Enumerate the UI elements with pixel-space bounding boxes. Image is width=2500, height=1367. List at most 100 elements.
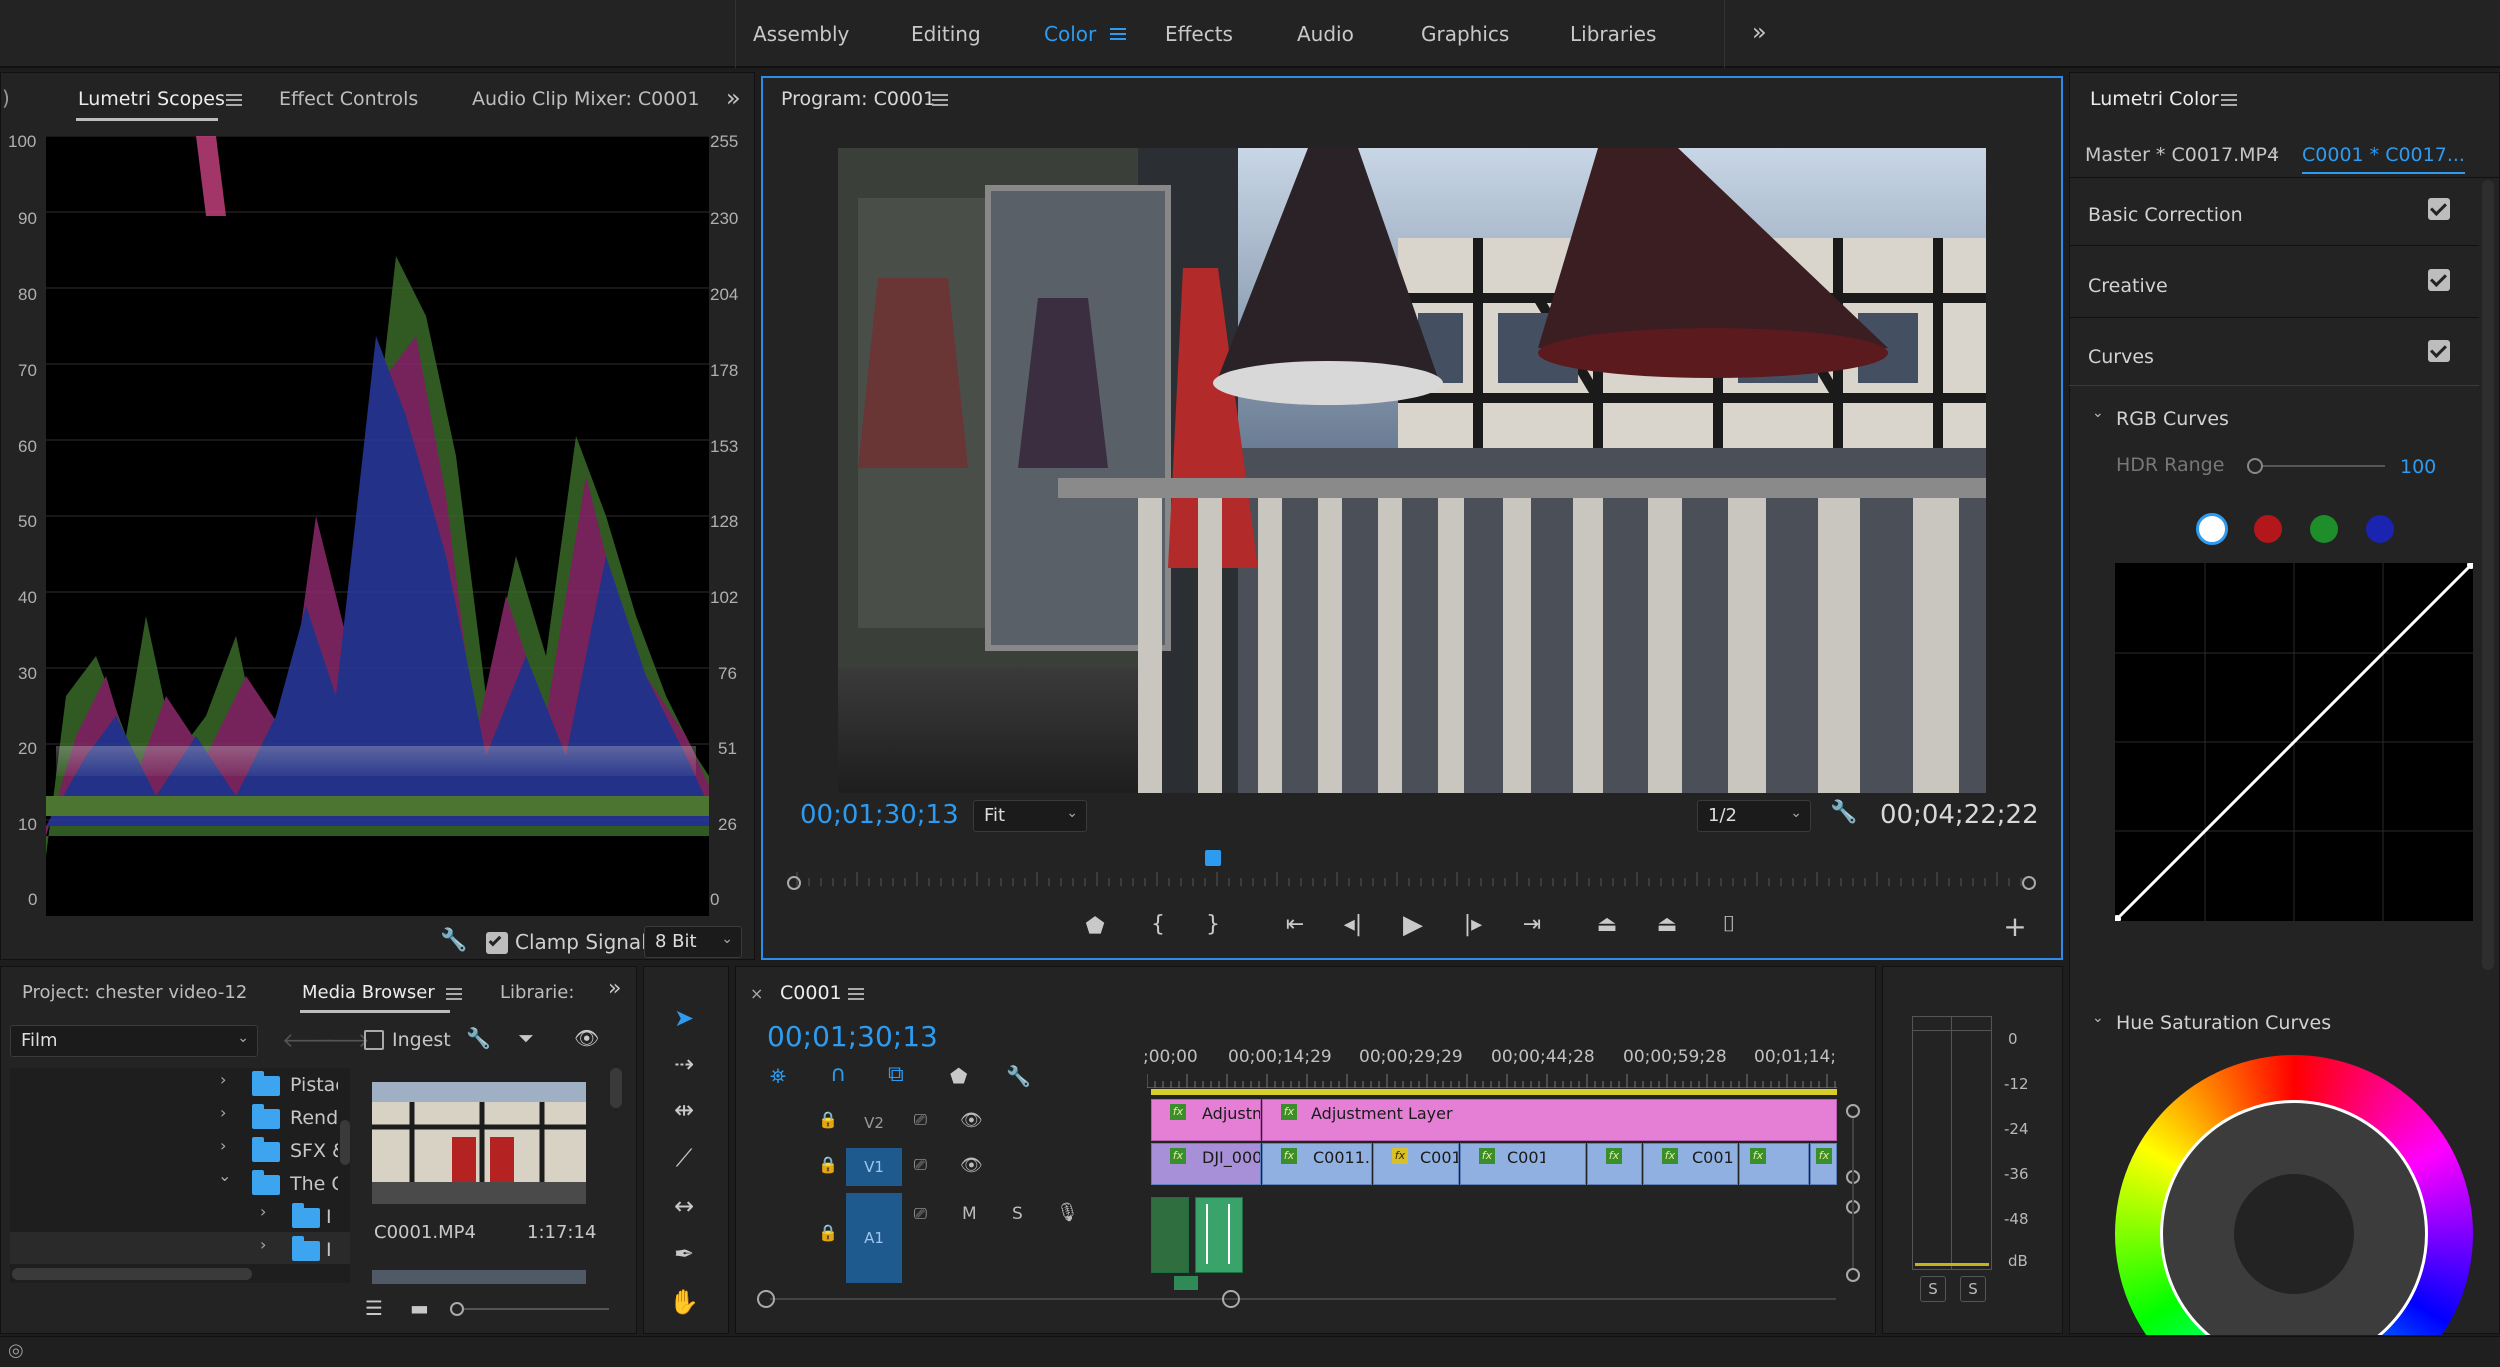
program-monitor-title[interactable]: Program: C0001	[781, 88, 935, 110]
workspace-tab-audio[interactable]: Audio	[1297, 22, 1354, 46]
vertical-zoom-track[interactable]	[1852, 1118, 1854, 1268]
lumetri-scrollbar[interactable]	[2482, 180, 2494, 970]
view-eye-icon[interactable]: 👁	[574, 1026, 599, 1050]
workspace-tab-libraries[interactable]: Libraries	[1570, 22, 1656, 46]
lock-icon[interactable]: 🔒	[818, 1155, 838, 1174]
folder-name[interactable]: I	[326, 1206, 340, 1228]
settings-wrench-icon[interactable]: 🔧	[1830, 800, 1857, 825]
timeline-ruler[interactable]	[1147, 1074, 1837, 1088]
solo-left-button[interactable]: S	[1920, 1276, 1946, 1302]
solo-right-button[interactable]: S	[1960, 1276, 1986, 1302]
thumbnail-scrollbar[interactable]	[610, 1068, 622, 1108]
lumetri-scopes-menu-icon[interactable]	[226, 94, 242, 106]
mute-track-button[interactable]: M	[962, 1204, 977, 1224]
wrench-icon[interactable]: 🔧	[440, 928, 467, 953]
track-height-handle[interactable]	[1846, 1104, 1860, 1118]
timeline-clip[interactable]: fx C001	[1643, 1143, 1738, 1185]
curves-label[interactable]: Curves	[2088, 346, 2154, 368]
timeline-zoom-handle-left[interactable]	[757, 1290, 775, 1308]
chevron-right-icon[interactable]: ›	[260, 1202, 266, 1221]
sequence-menu-icon[interactable]	[848, 988, 864, 1000]
toggle-sync-lock-icon[interactable]: ⎚	[914, 1204, 927, 1224]
lock-icon[interactable]: 🔒	[818, 1223, 838, 1242]
workspace-menu-icon[interactable]	[1110, 28, 1126, 40]
tab-media-browser[interactable]: Media Browser	[302, 982, 435, 1003]
lock-icon[interactable]: 🔒	[818, 1110, 838, 1129]
folder-name[interactable]: Pistac	[290, 1074, 338, 1096]
tab-lumetri-scopes[interactable]: Lumetri Scopes	[78, 88, 225, 110]
timeline-zoom-handle-right[interactable]	[1222, 1290, 1240, 1308]
tab-audio-clip-mixer[interactable]: Audio Clip Mixer: C0001	[472, 88, 700, 110]
lift-icon[interactable]: ⏏	[1589, 912, 1625, 937]
tree-vertical-scrollbar[interactable]	[340, 1120, 350, 1165]
selection-tool-icon[interactable]: ➤	[666, 1000, 702, 1036]
luma-channel-button[interactable]	[2196, 513, 2228, 545]
timeline-clip[interactable]: fx Adjustment Layer	[1262, 1099, 1837, 1141]
tab-effect-controls[interactable]: Effect Controls	[279, 88, 418, 110]
export-frame-camera-icon[interactable]: ⌷	[1711, 912, 1747, 937]
program-video-frame[interactable]	[838, 148, 1986, 793]
play-icon[interactable]: ▶	[1395, 910, 1431, 940]
chevron-right-icon[interactable]: ›	[220, 1136, 226, 1155]
nest-sequence-icon[interactable]: ⛯	[770, 1064, 786, 1088]
timeline-zoom-track[interactable]	[770, 1298, 1836, 1300]
media-thumbnail-partial[interactable]	[372, 1270, 586, 1284]
program-current-timecode[interactable]: 00;01;30;13	[800, 800, 959, 830]
toggle-sync-lock-icon[interactable]: ⎚	[914, 1155, 927, 1175]
audio-clip[interactable]	[1195, 1197, 1243, 1273]
folder-name[interactable]: Rend	[290, 1107, 338, 1129]
lumetri-color-title[interactable]: Lumetri Color	[2090, 88, 2219, 110]
hue-saturation-curves-label[interactable]: Hue Saturation Curves	[2116, 1012, 2331, 1034]
forward-arrow-icon[interactable]: 🡒	[316, 1028, 370, 1052]
basic-correction-checkbox[interactable]	[2428, 198, 2450, 220]
more-workspaces-icon[interactable]: »	[1752, 18, 1767, 46]
media-thumbnail[interactable]	[372, 1082, 586, 1204]
rgb-curve-editor[interactable]	[2115, 563, 2473, 921]
toggle-sync-lock-icon[interactable]: ⎚	[914, 1110, 927, 1130]
basic-correction-label[interactable]: Basic Correction	[2088, 204, 2243, 226]
workspace-tab-effects[interactable]: Effects	[1165, 22, 1233, 46]
go-to-out-icon[interactable]: ⇥	[1514, 912, 1550, 937]
timeline-clip[interactable]: fx Adjustm	[1151, 1099, 1261, 1141]
rgb-curves-label[interactable]: RGB Curves	[2116, 408, 2229, 430]
hdr-range-slider-handle[interactable]	[2247, 458, 2263, 474]
folder-name[interactable]: I	[326, 1239, 340, 1261]
razor-tool-icon[interactable]: ⟋	[666, 1140, 702, 1176]
timeline-clip[interactable]: fx C001	[1373, 1143, 1459, 1185]
program-scrubber[interactable]	[793, 872, 2029, 888]
solo-track-button[interactable]: S	[1012, 1204, 1023, 1224]
timeline-settings-wrench-icon[interactable]: 🔧	[1006, 1064, 1031, 1088]
zoom-level-select[interactable]: Fit ⌄	[973, 800, 1087, 832]
curves-checkbox[interactable]	[2428, 340, 2450, 362]
master-clip-selector[interactable]: Master * C0017.MP4	[2085, 144, 2279, 166]
ripple-edit-tool-icon[interactable]: ⇹	[666, 1092, 702, 1128]
green-channel-button[interactable]	[2310, 515, 2338, 543]
scrubber-out-handle[interactable]	[2022, 876, 2036, 890]
chevron-right-icon[interactable]: ›	[260, 1235, 266, 1254]
panel-scroll-left-icon[interactable]: )	[2, 86, 10, 110]
timeline-clip[interactable]: fx C0011.M	[1262, 1143, 1372, 1185]
list-view-icon[interactable]: ☰	[365, 1296, 383, 1320]
folder-name[interactable]: The C	[290, 1173, 338, 1195]
timeline-clip[interactable]: fx DJI_0002	[1151, 1143, 1261, 1185]
timeline-clip[interactable]: fx	[1587, 1143, 1642, 1185]
icon-view-icon[interactable]: ▬	[410, 1296, 429, 1320]
sequence-clip-selector[interactable]: C0001 * C0017...	[2302, 144, 2465, 174]
hdr-range-slider-track[interactable]	[2255, 465, 2385, 467]
step-back-icon[interactable]: ◂|	[1335, 912, 1371, 937]
chevron-down-icon[interactable]: ⌄	[218, 1166, 231, 1185]
chevron-down-icon[interactable]: ⌄	[2268, 140, 2281, 159]
bit-depth-select[interactable]: 8 Bit ⌄	[644, 926, 742, 958]
program-monitor-menu-icon[interactable]	[932, 94, 948, 106]
chevron-right-icon[interactable]: ›	[220, 1103, 226, 1122]
track-label-a1[interactable]: A1	[846, 1193, 902, 1283]
toggle-output-eye-icon[interactable]: 👁	[960, 1110, 983, 1131]
pen-tool-icon[interactable]: ✒	[666, 1236, 702, 1272]
ingest-checkbox[interactable]	[364, 1030, 384, 1050]
chevron-right-icon[interactable]: ›	[220, 1070, 226, 1089]
track-select-tool-icon[interactable]: ⇢	[666, 1046, 702, 1082]
chevron-down-icon[interactable]: ⌄	[2092, 405, 2104, 421]
chevron-down-icon[interactable]: ⌄	[2092, 1010, 2104, 1026]
timeline-clip[interactable]: fx	[1739, 1143, 1809, 1185]
media-browser-menu-icon[interactable]	[446, 988, 462, 1000]
